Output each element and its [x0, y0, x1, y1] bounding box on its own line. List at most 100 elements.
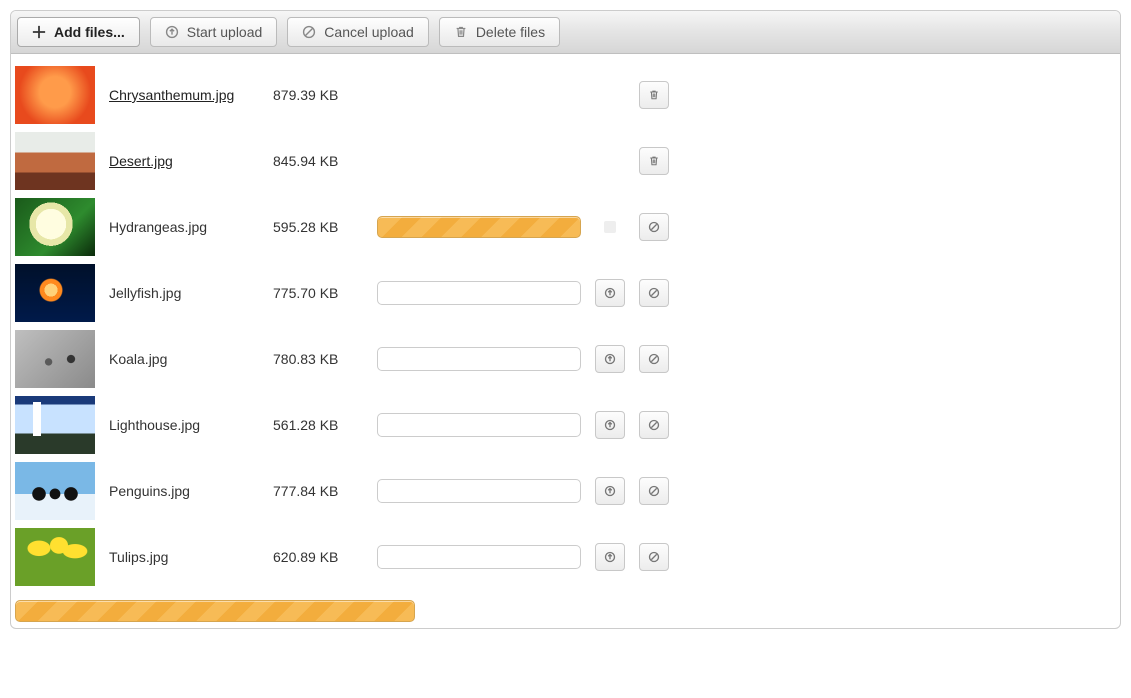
file-spinner-cell: [595, 221, 625, 233]
add-files-label: Add files...: [54, 24, 125, 40]
file-thumbnail[interactable]: [15, 66, 95, 124]
file-start-button[interactable]: [595, 477, 625, 505]
file-name: Lighthouse.jpg: [109, 417, 259, 433]
file-size: 879.39 KB: [273, 87, 363, 103]
upload-circle-icon: [604, 551, 616, 563]
cancel-circle-icon: [648, 419, 660, 431]
add-files-button[interactable]: Add files...: [17, 17, 140, 47]
file-progress-cell: [377, 281, 581, 305]
file-row: Desert.jpg 845.94 KB: [11, 128, 1120, 194]
delete-files-button[interactable]: Delete files: [439, 17, 560, 47]
file-row: Penguins.jpg 777.84 KB: [11, 458, 1120, 524]
file-thumbnail: [15, 330, 95, 388]
start-upload-label: Start upload: [187, 24, 263, 40]
file-progress-bar-empty: [377, 281, 581, 305]
file-progress-cell: [377, 479, 581, 503]
file-cancel-button[interactable]: [639, 477, 669, 505]
file-actions: [639, 345, 669, 373]
file-cancel-button[interactable]: [639, 543, 669, 571]
trash-icon: [454, 25, 468, 39]
file-actions: [639, 213, 669, 241]
file-progress-bar-empty: [377, 479, 581, 503]
toolbar: Add files... Start upload Cancel upload …: [11, 11, 1120, 54]
cancel-upload-button[interactable]: Cancel upload: [287, 17, 429, 47]
file-progress-bar-empty: [377, 347, 581, 371]
upload-circle-icon: [604, 353, 616, 365]
trash-icon: [648, 155, 660, 167]
cancel-circle-icon: [302, 25, 316, 39]
upload-circle-icon: [604, 485, 616, 497]
file-size: 777.84 KB: [273, 483, 363, 499]
file-name[interactable]: Desert.jpg: [109, 153, 259, 169]
file-cancel-button[interactable]: [639, 213, 669, 241]
file-progress-cell: [377, 545, 581, 569]
file-name: Jellyfish.jpg: [109, 285, 259, 301]
delete-files-label: Delete files: [476, 24, 545, 40]
file-start-button[interactable]: [595, 543, 625, 571]
file-name[interactable]: Chrysanthemum.jpg: [109, 87, 259, 103]
upload-circle-icon: [165, 25, 179, 39]
file-thumbnail: [15, 528, 95, 586]
file-thumbnail: [15, 462, 95, 520]
file-actions: [639, 147, 669, 175]
file-size: 620.89 KB: [273, 549, 363, 565]
file-row: Tulips.jpg 620.89 KB: [11, 524, 1120, 590]
file-delete-button[interactable]: [639, 147, 669, 175]
file-row: Lighthouse.jpg 561.28 KB: [11, 392, 1120, 458]
file-thumbnail: [15, 396, 95, 454]
file-size: 775.70 KB: [273, 285, 363, 301]
cancel-circle-icon: [648, 551, 660, 563]
file-size: 561.28 KB: [273, 417, 363, 433]
file-cancel-button[interactable]: [639, 345, 669, 373]
cancel-circle-icon: [648, 353, 660, 365]
file-size: 845.94 KB: [273, 153, 363, 169]
file-size: 780.83 KB: [273, 351, 363, 367]
file-progress-cell: [377, 216, 581, 238]
file-actions: [639, 477, 669, 505]
file-cancel-button[interactable]: [639, 411, 669, 439]
file-name: Hydrangeas.jpg: [109, 219, 259, 235]
file-actions: [639, 279, 669, 307]
cancel-circle-icon: [648, 287, 660, 299]
file-progress-bar-empty: [377, 413, 581, 437]
file-spinner-cell: [595, 279, 625, 307]
file-list: Chrysanthemum.jpg 879.39 KB Desert.jpg 845.…: [11, 54, 1120, 590]
trash-icon: [648, 89, 660, 101]
file-name: Penguins.jpg: [109, 483, 259, 499]
file-delete-button[interactable]: [639, 81, 669, 109]
file-size: 595.28 KB: [273, 219, 363, 235]
file-name: Tulips.jpg: [109, 549, 259, 565]
file-row: Koala.jpg 780.83 KB: [11, 326, 1120, 392]
cancel-circle-icon: [648, 485, 660, 497]
file-actions: [639, 543, 669, 571]
spinner-icon: [604, 221, 616, 233]
file-row: Chrysanthemum.jpg 879.39 KB: [11, 62, 1120, 128]
start-upload-button[interactable]: Start upload: [150, 17, 278, 47]
file-spinner-cell: [595, 411, 625, 439]
file-progress-cell: [377, 347, 581, 371]
file-actions: [639, 81, 669, 109]
file-cancel-button[interactable]: [639, 279, 669, 307]
overall-progress-bar: [15, 600, 415, 622]
file-spinner-cell: [595, 477, 625, 505]
file-progress-bar-empty: [377, 545, 581, 569]
file-actions: [639, 411, 669, 439]
file-thumbnail[interactable]: [15, 132, 95, 190]
file-thumbnail: [15, 198, 95, 256]
file-spinner-cell: [595, 345, 625, 373]
upload-circle-icon: [604, 287, 616, 299]
plus-icon: [32, 25, 46, 39]
file-row: Hydrangeas.jpg 595.28 KB: [11, 194, 1120, 260]
file-start-button[interactable]: [595, 411, 625, 439]
file-start-button[interactable]: [595, 279, 625, 307]
file-name: Koala.jpg: [109, 351, 259, 367]
file-thumbnail: [15, 264, 95, 322]
file-start-button[interactable]: [595, 345, 625, 373]
file-progress-bar: [377, 216, 581, 238]
upload-circle-icon: [604, 419, 616, 431]
file-spinner-cell: [595, 543, 625, 571]
file-row: Jellyfish.jpg 775.70 KB: [11, 260, 1120, 326]
file-progress-cell: [377, 413, 581, 437]
file-uploader: Add files... Start upload Cancel upload …: [10, 10, 1121, 629]
cancel-circle-icon: [648, 221, 660, 233]
